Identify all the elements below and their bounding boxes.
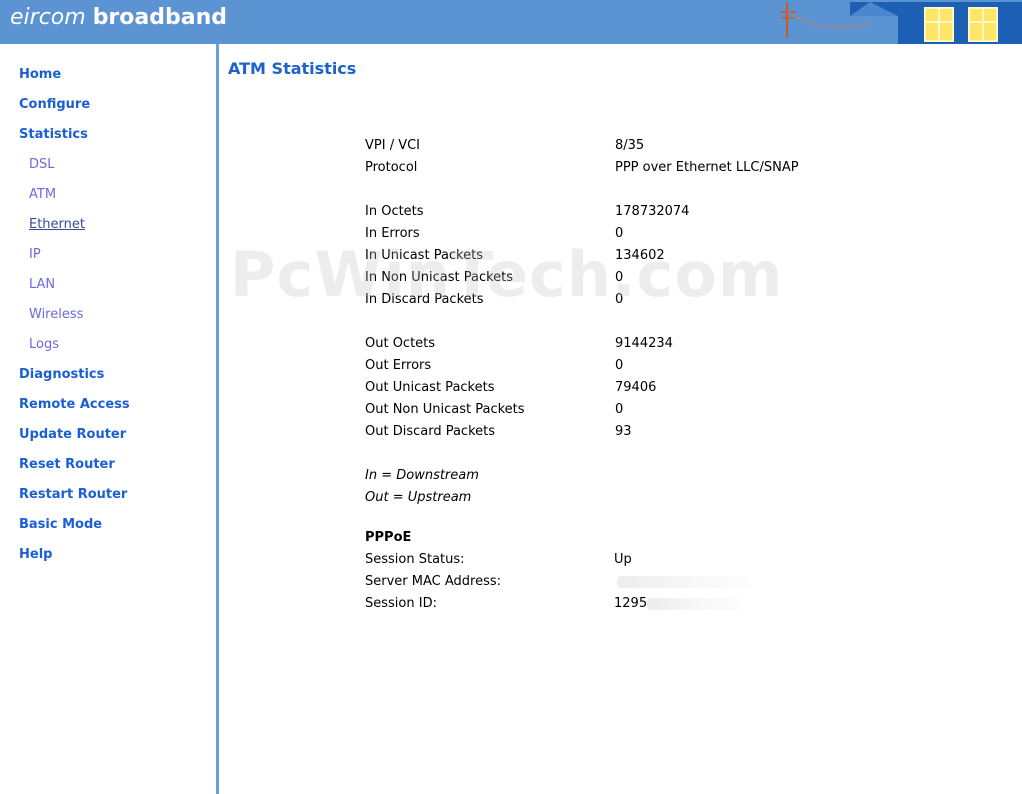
stat-value-in-discard: 0 xyxy=(615,292,624,307)
pppoe-session-status-value: Up xyxy=(614,552,632,567)
stat-value-in-errors: 0 xyxy=(615,226,624,241)
pppoe-session-status-label: Session Status: xyxy=(365,552,465,567)
stat-label-out-discard: Out Discard Packets xyxy=(365,424,496,439)
stat-label-in-unicast: In Unicast Packets xyxy=(365,248,483,263)
main-content: ATM Statistics VPI / VCI 8/35 Protocol P… xyxy=(219,44,1022,794)
pppoe-server-mac-label: Server MAC Address: xyxy=(365,574,502,589)
stat-value-out-non-unicast: 0 xyxy=(615,402,624,417)
stat-label-out-non-unicast: Out Non Unicast Packets xyxy=(365,402,525,417)
redacted-session-id xyxy=(647,598,743,610)
sidebar-item-help[interactable]: Help xyxy=(19,547,52,562)
stat-label-in-non-unicast: In Non Unicast Packets xyxy=(365,270,514,285)
note-in-downstream: In = Downstream xyxy=(365,468,479,483)
brand-light-text: eircom xyxy=(10,5,86,30)
stat-value-vpi-vci: 8/35 xyxy=(615,138,645,153)
pppoe-heading: PPPoE xyxy=(365,530,412,545)
stat-value-in-unicast: 134602 xyxy=(615,248,665,263)
sidebar-item-remote-access[interactable]: Remote Access xyxy=(19,397,130,412)
stat-value-out-errors: 0 xyxy=(615,358,624,373)
sidebar-item-reset-router[interactable]: Reset Router xyxy=(19,457,115,472)
stat-value-out-octets: 9144234 xyxy=(615,336,673,351)
stat-label-out-unicast: Out Unicast Packets xyxy=(365,380,495,395)
header-bar: eircom broadband xyxy=(0,0,1022,44)
pppoe-session-id-label: Session ID: xyxy=(365,596,437,611)
sidebar-item-update-router[interactable]: Update Router xyxy=(19,427,126,442)
brand-bold-text: broadband xyxy=(92,5,227,30)
sidebar-subitem-dsl[interactable]: DSL xyxy=(29,157,55,172)
stat-label-out-octets: Out Octets xyxy=(365,336,436,351)
sidebar-subitem-ip[interactable]: IP xyxy=(29,247,41,262)
sidebar-item-configure[interactable]: Configure xyxy=(19,97,90,112)
stat-label-in-errors: In Errors xyxy=(365,226,420,241)
sidebar-item-restart-router[interactable]: Restart Router xyxy=(19,487,127,502)
house-illustration-icon xyxy=(780,2,1022,44)
stat-value-protocol: PPP over Ethernet LLC/SNAP xyxy=(615,160,799,175)
stat-label-in-octets: In Octets xyxy=(365,204,424,219)
pppoe-session-id-value: 1295 xyxy=(614,596,648,611)
stat-value-out-unicast: 79406 xyxy=(615,380,657,395)
sidebar-item-basic-mode[interactable]: Basic Mode xyxy=(19,517,102,532)
sidebar-subitem-wireless[interactable]: Wireless xyxy=(29,307,83,322)
sidebar-subitem-logs[interactable]: Logs xyxy=(29,337,59,352)
stat-label-out-errors: Out Errors xyxy=(365,358,432,373)
stat-value-in-octets: 178732074 xyxy=(615,204,690,219)
sidebar-nav: Home Configure Statistics DSL ATM Ethern… xyxy=(0,44,219,794)
stat-value-in-non-unicast: 0 xyxy=(615,270,624,285)
sidebar-subitem-lan[interactable]: LAN xyxy=(29,277,55,292)
sidebar-item-home[interactable]: Home xyxy=(19,67,61,82)
sidebar-subitem-ethernet[interactable]: Ethernet xyxy=(29,217,85,232)
stat-value-out-discard: 93 xyxy=(615,424,632,439)
stat-label-vpi-vci: VPI / VCI xyxy=(365,138,421,153)
sidebar-item-statistics[interactable]: Statistics xyxy=(19,127,88,142)
redacted-mac-address xyxy=(617,576,753,588)
sidebar-item-diagnostics[interactable]: Diagnostics xyxy=(19,367,104,382)
stat-label-protocol: Protocol xyxy=(365,160,418,175)
sidebar-subitem-atm[interactable]: ATM xyxy=(29,187,56,202)
note-out-upstream: Out = Upstream xyxy=(365,490,472,505)
stat-label-in-discard: In Discard Packets xyxy=(365,292,484,307)
page-title: ATM Statistics xyxy=(228,59,357,78)
brand-logo: eircom broadband xyxy=(10,5,227,30)
